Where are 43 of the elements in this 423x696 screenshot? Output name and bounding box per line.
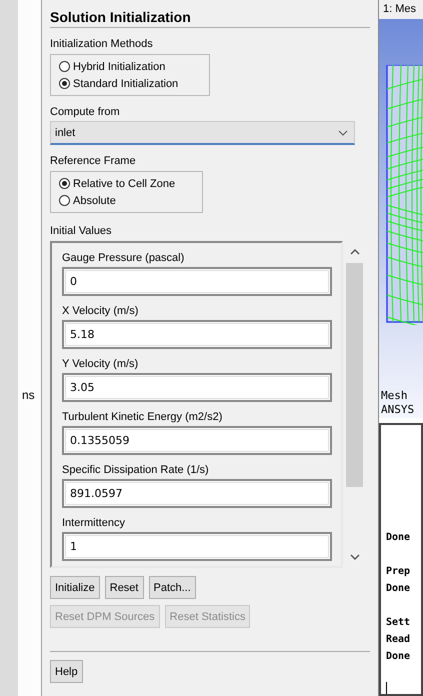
radio-icon[interactable] (59, 78, 70, 89)
field-label: Y Velocity (m/s) (62, 356, 140, 372)
field-label: Turbulent Kinetic Energy (m2/s2) (62, 410, 224, 424)
input-field[interactable]: 3.05 (62, 373, 332, 402)
radio-icon[interactable] (59, 178, 70, 189)
action-button[interactable]: Initialize (50, 576, 100, 599)
radio-option[interactable]: Relative to Cell Zone (59, 176, 194, 191)
dropdown[interactable]: inlet (50, 121, 355, 145)
sidebar-text: ns (22, 388, 35, 402)
radio-option[interactable]: Standard Initialization (59, 76, 201, 91)
field-label: Compute from (50, 106, 121, 120)
console-line: Prep (386, 565, 412, 579)
window-title: 1: Mes (379, 0, 423, 20)
chevron-icon (338, 130, 348, 136)
legend-text: Mesh (381, 389, 408, 404)
radio-option[interactable]: Hybrid Initialization (59, 59, 201, 74)
group-label: Initialization Methods (50, 38, 154, 52)
field-label: Intermittency (62, 516, 126, 530)
input-field[interactable]: 5.18 (62, 320, 332, 349)
field-label: Specific Dissipation Rate (1/s) (62, 462, 210, 478)
action-button[interactable]: Patch... (148, 576, 196, 599)
action-button[interactable]: Reset (104, 576, 144, 599)
field-label: X Velocity (m/s) (62, 304, 140, 318)
radio-icon[interactable] (59, 195, 70, 206)
console-line: Read (386, 633, 412, 647)
console-line: Done (386, 582, 412, 596)
panel-title: Solution Initialization (50, 9, 192, 26)
radio-option[interactable]: Absolute (59, 193, 194, 208)
console-line: Sett (386, 616, 412, 630)
field-label: Gauge Pressure (pascal) (62, 250, 186, 266)
input-field[interactable]: 891.0597 (62, 479, 332, 508)
text-cursor (386, 682, 387, 694)
help-button[interactable]: Help (50, 660, 83, 683)
radio-icon[interactable] (59, 61, 70, 72)
scroll-thumb[interactable] (346, 263, 363, 487)
input-field[interactable]: 0 (62, 267, 332, 296)
input-field[interactable]: 0.1355059 (62, 426, 332, 455)
input-field[interactable]: 1 (62, 532, 332, 561)
legend-text: ANSYS (381, 403, 414, 418)
console-line: Done (386, 650, 412, 664)
console-line: Done (386, 531, 412, 545)
group-label: Initial Values (50, 225, 113, 239)
group-label: Reference Frame (50, 155, 137, 169)
